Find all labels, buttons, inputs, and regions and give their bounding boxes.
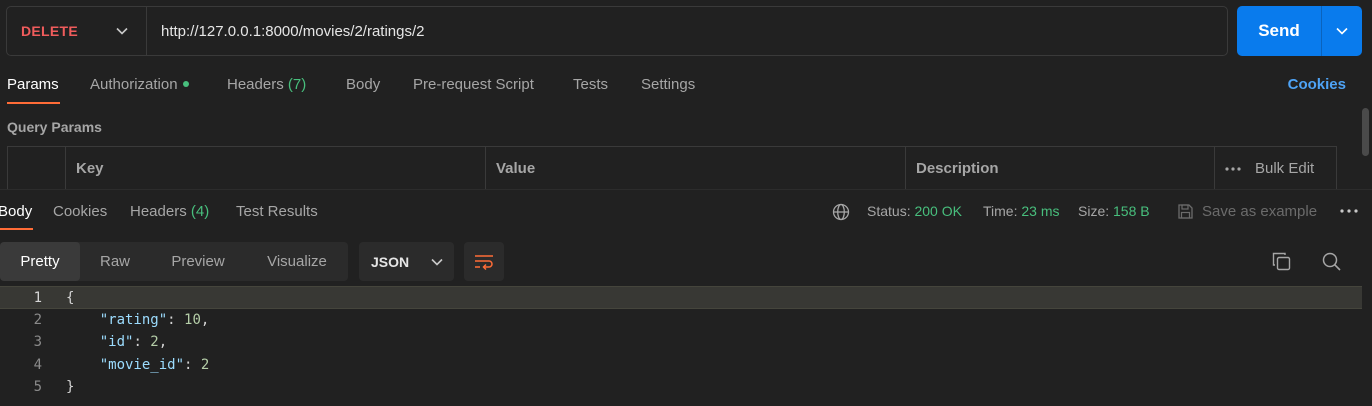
- status-value[interactable]: 200 OK: [914, 203, 961, 219]
- query-params-title: Query Params: [7, 119, 102, 135]
- response-time: Time: 23 ms: [983, 203, 1060, 219]
- json-value: 2: [150, 334, 159, 350]
- tab-headers[interactable]: Headers (7): [227, 76, 306, 93]
- chevron-down-icon: [116, 27, 128, 35]
- code-line: 4 "movie_id": 2: [0, 354, 1362, 377]
- tab-prerequest-script[interactable]: Pre-request Script: [413, 76, 534, 93]
- bulk-edit-cell: Bulk Edit: [1215, 147, 1336, 190]
- tab-headers-label: Headers: [227, 76, 284, 93]
- format-toggle-group: Pretty Raw Preview Visualize: [0, 242, 348, 281]
- vertical-scrollbar[interactable]: [1362, 108, 1369, 156]
- copy-icon[interactable]: [1272, 252, 1291, 271]
- globe-icon[interactable]: [832, 203, 850, 221]
- column-value: Value: [486, 147, 906, 190]
- tab-params[interactable]: Params: [7, 76, 59, 93]
- json-key: "rating": [99, 311, 168, 328]
- request-bar: DELETE: [6, 6, 1228, 56]
- line-number: 5: [33, 379, 42, 395]
- code-line: 5 }: [0, 376, 1362, 399]
- format-pretty-button[interactable]: Pretty: [0, 242, 80, 281]
- method-label: DELETE: [21, 23, 79, 39]
- json-key: "movie_id": [99, 356, 185, 373]
- search-icon[interactable]: [1322, 252, 1341, 271]
- chevron-down-icon: [1336, 27, 1348, 35]
- status-label: Status:: [867, 203, 911, 219]
- code-text: "rating": 10,: [99, 311, 210, 328]
- json-value: 10: [184, 311, 201, 328]
- response-tab-headers-label: Headers: [130, 203, 187, 220]
- column-key: Key: [66, 147, 486, 190]
- language-select[interactable]: JSON: [359, 242, 454, 281]
- response-tab-test-results[interactable]: Test Results: [236, 203, 318, 220]
- line-number: 2: [33, 311, 42, 328]
- bulk-edit-button[interactable]: Bulk Edit: [1255, 160, 1314, 177]
- response-size: Size: 158 B: [1078, 203, 1150, 219]
- wrap-lines-button[interactable]: [464, 242, 504, 281]
- time-label: Time:: [983, 203, 1018, 219]
- language-label: JSON: [371, 253, 410, 270]
- code-line: 2 "rating": 10,: [0, 309, 1362, 332]
- json-value: 2: [200, 356, 210, 373]
- size-value[interactable]: 158 B: [1113, 203, 1150, 219]
- wrap-text-icon: [475, 254, 493, 270]
- send-button[interactable]: Send: [1237, 6, 1321, 56]
- code-line: 3 "id": 2,: [0, 331, 1362, 354]
- cookies-link[interactable]: Cookies: [1288, 76, 1346, 93]
- more-options-icon[interactable]: [1340, 209, 1358, 213]
- response-status: Status: 200 OK: [867, 203, 962, 219]
- tab-settings[interactable]: Settings: [641, 76, 695, 93]
- code-text: {: [66, 287, 74, 310]
- response-active-tab-indicator: [0, 228, 33, 230]
- line-number: 3: [33, 334, 42, 350]
- size-label: Size:: [1078, 203, 1110, 219]
- tab-tests[interactable]: Tests: [573, 76, 608, 93]
- save-as-example-label: Save as example: [1202, 203, 1318, 220]
- save-as-example-button[interactable]: Save as example: [1177, 203, 1317, 220]
- brace: }: [66, 379, 75, 395]
- column-description: Description: [906, 147, 1215, 190]
- response-tab-body[interactable]: Body: [0, 203, 32, 220]
- json-key: "id": [99, 334, 134, 350]
- format-raw-button[interactable]: Raw: [80, 242, 150, 281]
- send-options-button[interactable]: [1321, 6, 1362, 56]
- request-tabs: Params Authorization Headers (7) Body Pr…: [0, 70, 1372, 106]
- line-number: 1: [33, 290, 42, 306]
- active-tab-indicator: [7, 102, 60, 104]
- query-params-table: Key Value Description Bulk Edit: [7, 146, 1337, 190]
- format-visualize-button[interactable]: Visualize: [246, 242, 348, 281]
- code-text: "movie_id": 2: [99, 356, 210, 373]
- save-icon: [1178, 204, 1193, 219]
- time-value[interactable]: 23 ms: [1021, 203, 1059, 219]
- code-text: }: [66, 376, 74, 399]
- tab-authorization-label: Authorization: [90, 76, 178, 93]
- code-line: 1 {: [0, 286, 1362, 309]
- url-input[interactable]: [147, 7, 1227, 55]
- tab-authorization[interactable]: Authorization: [90, 76, 189, 93]
- brace: {: [66, 290, 75, 306]
- response-headers-count: (4): [190, 203, 210, 220]
- format-preview-button[interactable]: Preview: [150, 242, 246, 281]
- param-checkbox-column: [8, 147, 66, 190]
- response-panel: Body Cookies Headers (4) Test Results St…: [0, 189, 1372, 406]
- headers-count: (7): [287, 76, 307, 93]
- chevron-down-icon: [431, 258, 443, 266]
- line-number: 4: [33, 356, 42, 373]
- auth-status-dot-icon: [182, 81, 189, 88]
- code-text: "id": 2,: [99, 334, 168, 350]
- response-tab-headers[interactable]: Headers (4): [130, 203, 209, 220]
- method-select[interactable]: DELETE: [7, 7, 147, 55]
- tab-body[interactable]: Body: [346, 76, 380, 93]
- send-button-group: Send: [1237, 6, 1362, 56]
- response-tab-cookies[interactable]: Cookies: [53, 203, 107, 220]
- more-options-icon[interactable]: [1225, 166, 1241, 171]
- response-tabs: Body Cookies Headers (4) Test Results St…: [0, 190, 1372, 232]
- response-body-editor[interactable]: 1 { 2 "rating": 10, 3 "id": 2, 4 "movie_…: [0, 286, 1362, 399]
